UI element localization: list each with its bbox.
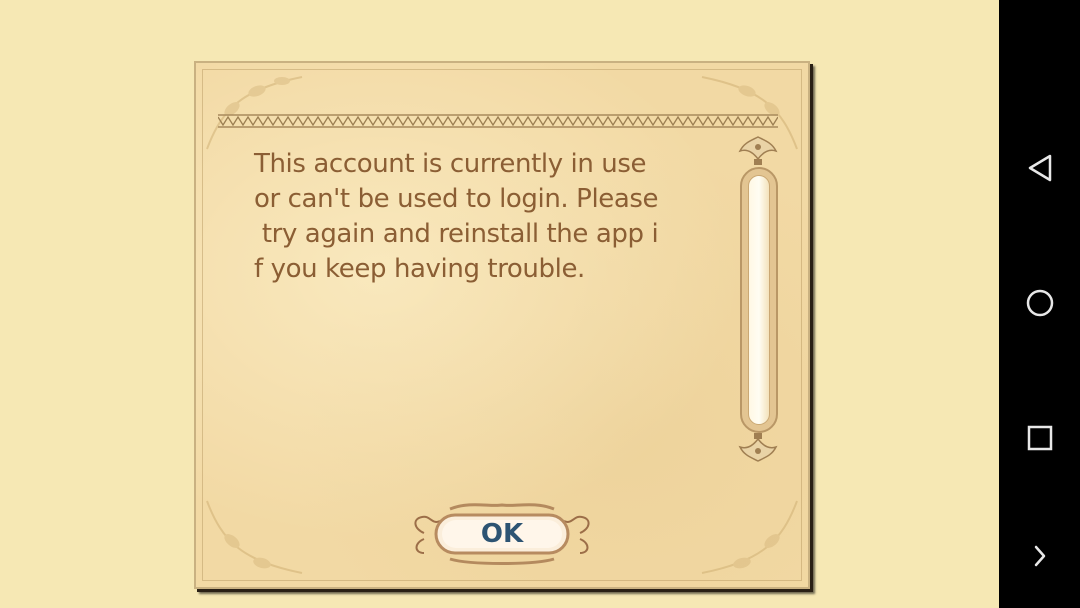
game-area: This account is currently in use or can'…	[0, 0, 999, 608]
ok-button[interactable]: OK	[410, 499, 594, 567]
message-line: f you keep having trouble.	[254, 254, 585, 284]
recents-button[interactable]	[999, 408, 1080, 468]
message-line: or can't be used to login. Please	[254, 184, 659, 214]
dialog-message: This account is currently in use or can'…	[254, 147, 724, 287]
home-icon	[1026, 289, 1053, 317]
ok-button-label: OK	[480, 519, 524, 549]
message-line: try again and reinstall the app i	[254, 219, 659, 249]
vine-ornament-bottom-left	[206, 500, 303, 574]
error-dialog: This account is currently in use or can'…	[194, 61, 810, 589]
scrollbar-bottom-ornament	[738, 433, 778, 462]
scrollbar-track[interactable]	[740, 167, 778, 433]
more-button[interactable]	[999, 526, 1080, 586]
vine-ornament-bottom-right	[701, 500, 798, 574]
chevron-right-icon	[1034, 545, 1045, 567]
back-icon	[1028, 154, 1051, 182]
screen: This account is currently in use or can'…	[0, 0, 1080, 608]
navigation-bar	[999, 0, 1080, 608]
scrollbar-top-ornament	[738, 136, 778, 165]
recents-icon	[1027, 425, 1052, 451]
back-button[interactable]	[999, 138, 1080, 198]
scrollbar-thumb[interactable]	[748, 175, 770, 425]
header-ornament-band	[218, 114, 778, 128]
home-button[interactable]	[999, 273, 1080, 333]
message-line: This account is currently in use	[254, 149, 647, 179]
